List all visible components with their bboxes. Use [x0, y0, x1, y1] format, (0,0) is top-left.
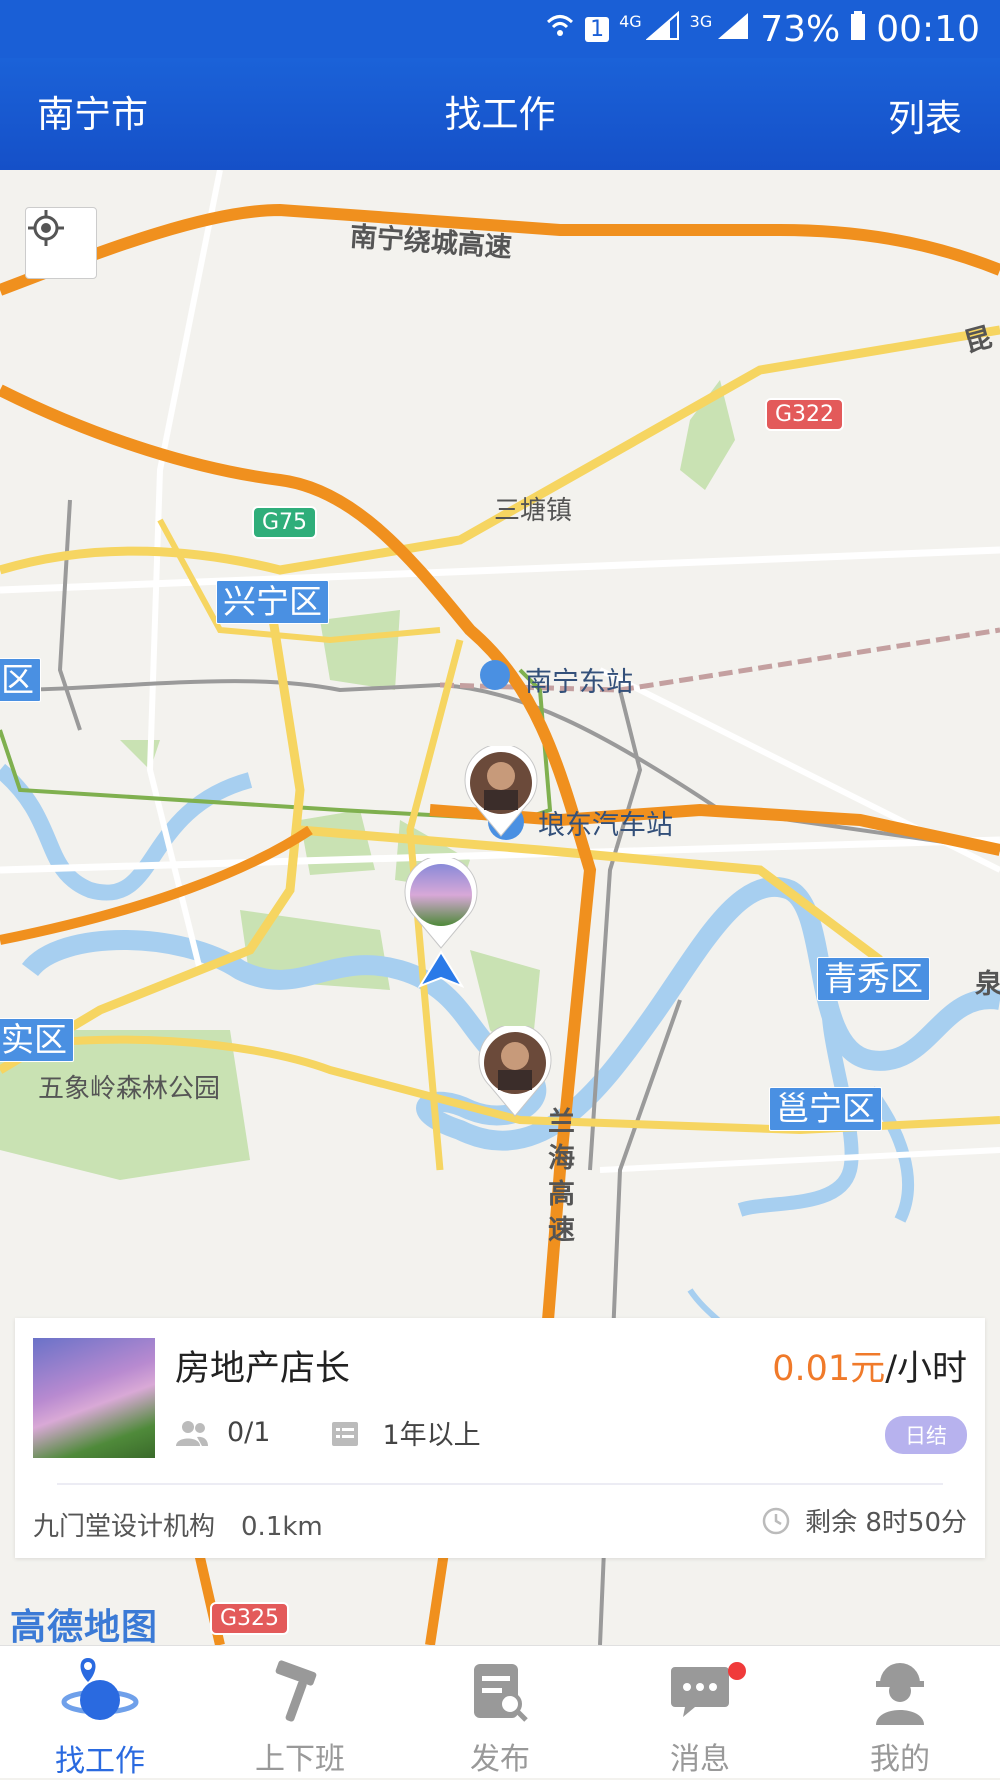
job-thumbnail	[33, 1338, 155, 1458]
job-meta: 0/1 1年以上	[175, 1413, 481, 1452]
tab-label: 我的	[870, 1742, 930, 1777]
battery-icon	[850, 9, 866, 50]
district-label-left2: 实区	[0, 1018, 74, 1062]
wifi-icon	[545, 9, 575, 50]
tab-label: 发布	[470, 1742, 530, 1777]
card-divider	[57, 1483, 943, 1485]
chat-bubble-icon	[669, 1658, 731, 1726]
job-marker-1[interactable]	[464, 746, 538, 838]
district-label-xingning: 兴宁区	[216, 580, 329, 624]
town-label-santang: 三塘镇	[494, 496, 573, 526]
people-icon	[176, 1420, 208, 1446]
globe-pin-icon	[58, 1658, 142, 1728]
park-label-wuxiangling: 五象岭森林公园	[38, 1074, 221, 1104]
map-provider-logo: 高德地图	[10, 1607, 159, 1648]
road-label-lanhai-expressway: 兰海高速	[548, 1107, 575, 1246]
crosshair-icon	[28, 210, 64, 246]
battery-percent: 73%	[760, 8, 841, 50]
tab-label: 上下班	[255, 1742, 345, 1777]
district-label-left1: 区	[0, 658, 41, 702]
remaining-text: 剩余 8时50分	[805, 1508, 967, 1538]
price-amount: 0.01元	[772, 1349, 886, 1389]
distance: 0.1km	[241, 1512, 323, 1542]
station-label-east: 南宁东站	[525, 667, 633, 698]
network-4g-label: 4G	[619, 12, 642, 31]
road-label-quan: 泉	[975, 969, 1000, 1000]
locate-me-button[interactable]	[25, 207, 97, 279]
district-label-yongning: 邕宁区	[769, 1087, 882, 1131]
highway-shield-g322: G322	[765, 398, 845, 431]
price-unit: /小时	[885, 1349, 967, 1389]
job-marker-2[interactable]	[478, 1026, 552, 1118]
tab-commute[interactable]: 上下班	[200, 1646, 400, 1778]
job-title: 房地产店长	[175, 1349, 351, 1389]
app-header: 南宁市 找工作 列表	[0, 58, 1000, 170]
tab-publish[interactable]: 发布	[400, 1646, 600, 1778]
list-view-button[interactable]: 列表	[888, 88, 962, 142]
job-card[interactable]: 房地产店长 0.01元/小时 0/1 1年以上 日结 九门堂设计机构 0.1km …	[15, 1318, 985, 1558]
settlement-tag: 日结	[885, 1416, 967, 1454]
edit-doc-icon	[470, 1658, 530, 1726]
experience-icon	[332, 1421, 359, 1446]
tab-mine[interactable]: 我的	[800, 1646, 1000, 1778]
tab-label: 找工作	[55, 1744, 145, 1779]
network-3g-label: 3G	[689, 12, 713, 31]
station-label-bus: 埌东汽车站	[538, 810, 673, 841]
job-price: 0.01元/小时	[772, 1340, 967, 1391]
district-label-qingxiu: 青秀区	[817, 957, 930, 1001]
page-title: 找工作	[444, 93, 556, 136]
current-location-icon	[418, 950, 464, 990]
worker-helmet-icon	[872, 1658, 928, 1726]
experience-requirement: 1年以上	[382, 1420, 481, 1451]
company-info: 九门堂设计机构 0.1km	[33, 1506, 323, 1543]
clock: 00:10	[876, 8, 980, 50]
clock-icon	[762, 1507, 790, 1534]
unread-badge	[728, 1662, 746, 1680]
tab-find-job[interactable]: 找工作	[0, 1646, 200, 1779]
company-name: 九门堂设计机构	[33, 1512, 216, 1542]
sim-indicator: 1	[585, 16, 610, 42]
signal-icon-2	[716, 9, 750, 50]
people-count: 0/1	[227, 1417, 271, 1448]
tab-label: 消息	[670, 1742, 730, 1777]
station-icon	[480, 660, 510, 690]
status-bar: 1 4G 3G 73% 00:10	[0, 0, 1000, 58]
remaining-time: 剩余 8时50分	[761, 1502, 967, 1539]
signal-icon	[644, 9, 680, 50]
bottom-tab-bar: 找工作 上下班 发布 消息 我的	[0, 1645, 1000, 1779]
hammer-icon	[268, 1658, 332, 1726]
tab-messages[interactable]: 消息	[600, 1646, 800, 1778]
selected-job-marker[interactable]	[404, 858, 478, 950]
highway-shield-g325: G325	[210, 1602, 290, 1635]
highway-shield-g75: G75	[252, 506, 318, 539]
